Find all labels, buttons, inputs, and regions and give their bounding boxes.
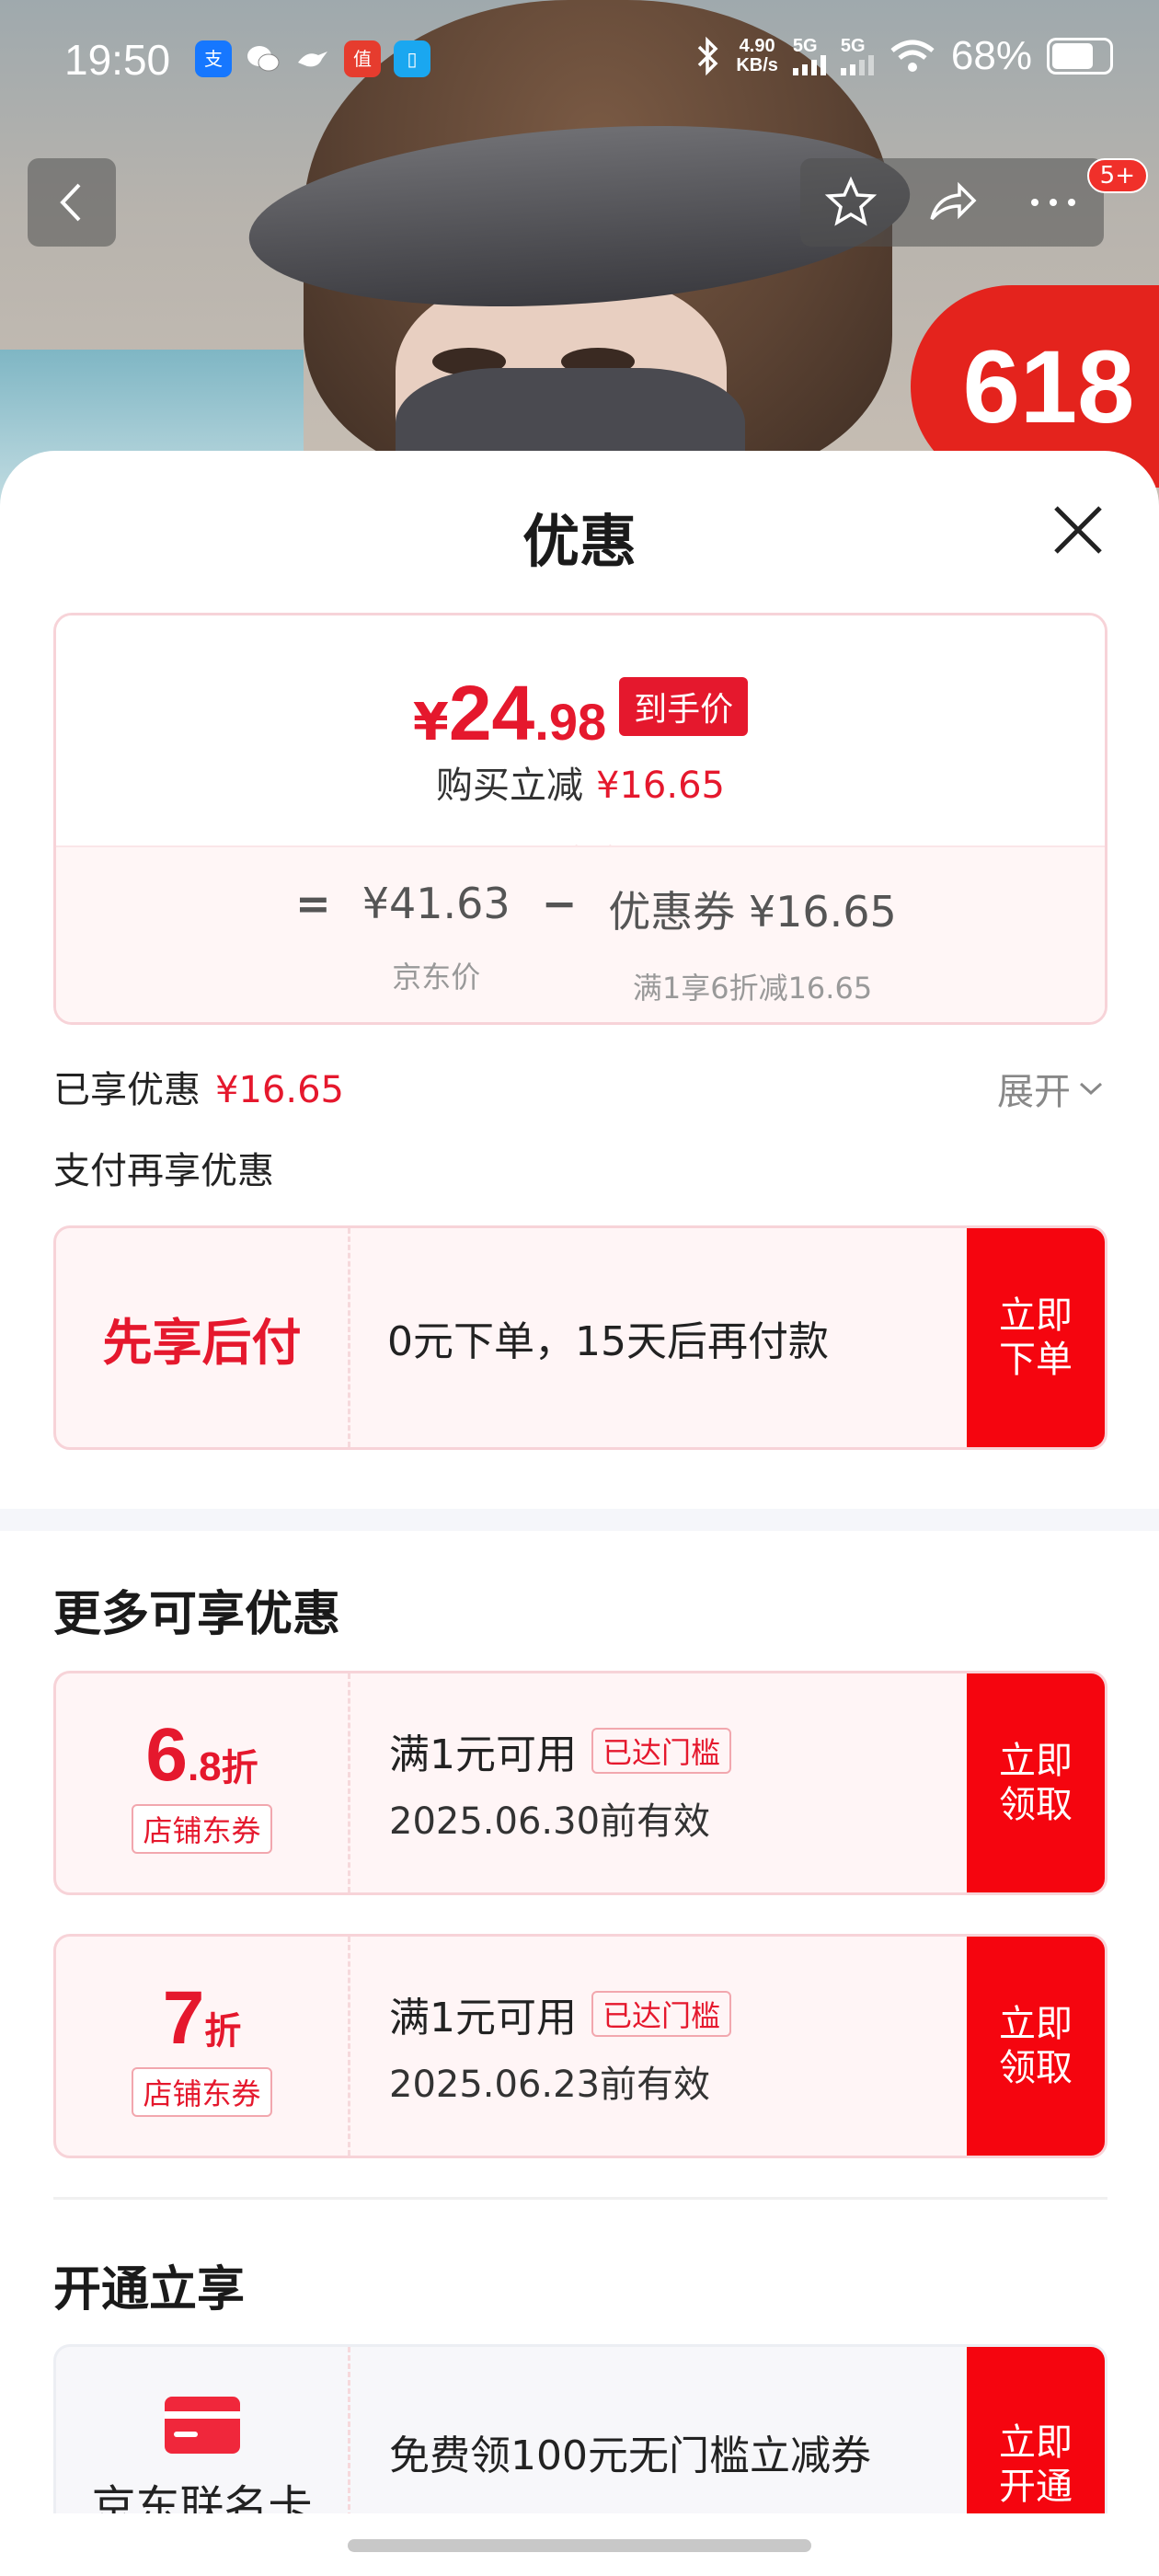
taobao-icon: 值 bbox=[344, 40, 381, 77]
signal-5g-1: 5G bbox=[792, 37, 826, 75]
coupon-desc: 满1享6折减16.65 bbox=[632, 971, 873, 1006]
coupon-card: 7折 店铺东券 满1元可用 已达门槛 2025.06.23前有效 立即领取 bbox=[53, 1934, 1107, 2158]
jd-card-desc: 免费领100元无门槛立减券 bbox=[389, 2432, 871, 2479]
close-button[interactable] bbox=[1050, 502, 1106, 558]
order-now-button[interactable]: 立即下单 bbox=[967, 1228, 1105, 1447]
credit-card-icon bbox=[164, 2397, 240, 2454]
notification-icons: 支 值 ▯ bbox=[195, 40, 430, 77]
jd-price: ¥41.63 bbox=[361, 879, 511, 928]
jd-price-label: 京东价 bbox=[392, 960, 481, 995]
final-price-tag: 到手价 bbox=[619, 676, 749, 736]
chevron-down-icon bbox=[1079, 1082, 1103, 1096]
coupon-type-tag: 店铺东券 bbox=[132, 2067, 272, 2117]
star-icon[interactable] bbox=[823, 175, 878, 230]
wechat-icon bbox=[245, 40, 281, 77]
signal-5g-2: 5G bbox=[840, 37, 874, 75]
coupon-type-tag: 店铺东券 bbox=[132, 1804, 272, 1854]
wifi-icon bbox=[890, 40, 935, 72]
claim-coupon-button[interactable]: 立即领取 bbox=[967, 1937, 1105, 2156]
share-icon[interactable] bbox=[924, 175, 980, 230]
open-section-title: 开通立享 bbox=[53, 2262, 246, 2317]
coupon-discount: 6.8 折 bbox=[145, 1713, 258, 1797]
coupon-condition: 满1元可用 bbox=[389, 1995, 577, 2041]
alipay-icon: 支 bbox=[195, 40, 232, 77]
expand-button[interactable]: 展开 bbox=[997, 1062, 1104, 1115]
bird-icon bbox=[294, 40, 331, 77]
enjoyed-discount: 已享优惠 ¥16.65 bbox=[53, 1069, 344, 1111]
network-speed: 4.90 KB/s bbox=[736, 36, 778, 75]
coupon-card: 6.8 折 店铺东券 满1元可用 已达门槛 2025.06.30前有效 立即领取 bbox=[53, 1671, 1107, 1895]
coupon-validity: 2025.06.30前有效 bbox=[389, 1800, 711, 1843]
pay-later-card: 先享后付 0元下单，15天后再付款 立即下单 bbox=[53, 1225, 1107, 1450]
pay-section-label: 支付再享优惠 bbox=[53, 1150, 274, 1192]
threshold-reached-badge: 已达门槛 bbox=[591, 1991, 732, 2037]
coupon-condition: 满1元可用 bbox=[389, 1731, 577, 1778]
pay-later-desc: 0元下单，15天后再付款 bbox=[387, 1318, 829, 1365]
message-count-badge: 5+ bbox=[1086, 158, 1148, 193]
threshold-reached-badge: 已达门槛 bbox=[591, 1728, 732, 1774]
status-bar: 19:50 支 值 ▯ 4.90 KB/s 5G 5G 68% bbox=[0, 0, 1159, 129]
more-discounts-title: 更多可享优惠 bbox=[53, 1587, 341, 1642]
app-icon: ▯ bbox=[394, 40, 430, 77]
final-price: ¥ 24 .98 到手价 bbox=[56, 669, 1105, 758]
discount-sheet: 优惠 ¥ 24 .98 到手价 购买立减¥16.65 = ¥41.63 京东价 bbox=[0, 451, 1159, 2576]
coupon-amount: 优惠券 ¥16.65 bbox=[608, 887, 897, 937]
pay-later-title: 先享后付 bbox=[102, 1313, 302, 1372]
home-indicator[interactable] bbox=[348, 2539, 811, 2552]
bluetooth-icon bbox=[698, 36, 718, 76]
battery-percent: 68% bbox=[950, 33, 1032, 78]
sheet-title: 优惠 bbox=[522, 508, 637, 575]
claim-coupon-button[interactable]: 立即领取 bbox=[967, 1673, 1105, 1892]
instant-reduce: 购买立减 ¥16.65 bbox=[436, 765, 725, 807]
back-button[interactable] bbox=[28, 158, 116, 247]
status-time: 19:50 bbox=[64, 36, 171, 84]
close-icon bbox=[1054, 506, 1102, 554]
chevron-left-icon bbox=[60, 183, 81, 222]
price-formula: = ¥41.63 京东价 − 优惠券 ¥16.65 满1享6折减16.65 bbox=[295, 879, 897, 1006]
battery-icon bbox=[1047, 38, 1113, 75]
price-breakdown-card: ¥ 24 .98 到手价 购买立减 ¥16.65 = ¥41.63 京东价 − 优… bbox=[53, 613, 1107, 1025]
image-actions bbox=[800, 158, 1104, 247]
coupon-validity: 2025.06.23前有效 bbox=[389, 2064, 711, 2106]
more-icon[interactable] bbox=[1026, 193, 1081, 212]
coupon-discount: 7折 bbox=[162, 1976, 242, 2060]
